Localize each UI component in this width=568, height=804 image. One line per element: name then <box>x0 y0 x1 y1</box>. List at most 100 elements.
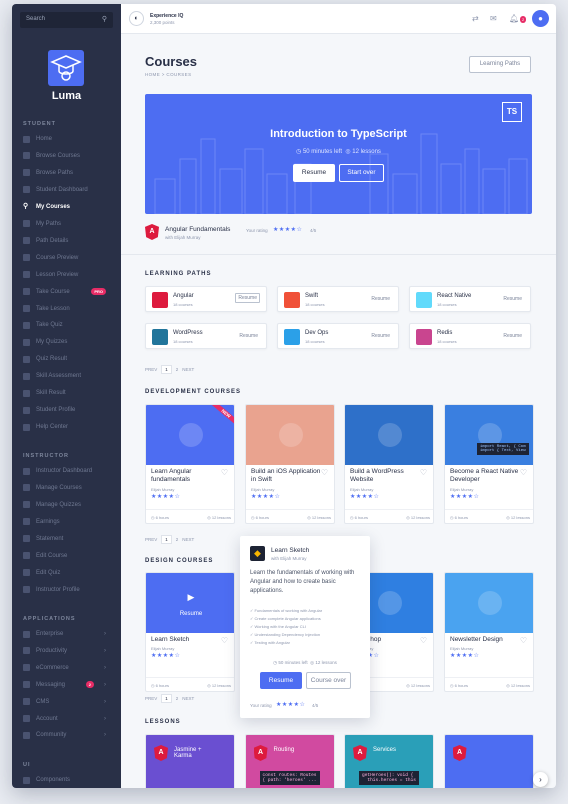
course-title[interactable]: Build a WordPress Website <box>350 468 420 484</box>
pager-page-2[interactable]: 2 <box>176 367 179 372</box>
course-title[interactable]: Become a React Native Developer <box>450 468 520 484</box>
learning-path-card[interactable]: Swift 18 courses Resume <box>277 286 399 312</box>
experience-icon[interactable]: ◐ <box>129 11 144 26</box>
popover-course-over-button[interactable]: Course over <box>306 672 351 689</box>
learning-path-card[interactable]: Angular 18 courses Resume <box>145 286 267 312</box>
lesson-card[interactable]: A Jasmine + Karma <box>145 734 235 788</box>
pager-next[interactable]: NEXT <box>182 367 194 372</box>
sidebar-item-statement[interactable]: Statement <box>23 533 118 545</box>
sidebar-item-my-courses[interactable]: ⚲ My Courses <box>23 201 118 213</box>
course-image[interactable] <box>445 573 533 633</box>
sidebar-item-browse-paths[interactable]: Browse Paths <box>23 167 118 179</box>
pager-prev[interactable]: PREV <box>145 367 157 372</box>
path-resume-button[interactable]: Resume <box>369 332 392 340</box>
lesson-card[interactable]: A <box>443 734 534 788</box>
sidebar-item-instructor-dashboard[interactable]: Instructor Dashboard <box>23 465 118 477</box>
popover-resume-button[interactable]: Resume <box>260 672 302 689</box>
mail-icon[interactable]: ✉ <box>490 14 497 23</box>
heart-icon[interactable]: ♡ <box>520 636 527 645</box>
sidebar-item-ecommerce[interactable]: eCommerce › <box>23 662 118 674</box>
sidebar-item-browse-courses[interactable]: Browse Courses <box>23 150 118 162</box>
learning-path-card[interactable]: Redis 18 courses Resume <box>409 323 531 349</box>
sidebar-item-take-course[interactable]: Take Course PRO <box>23 286 118 298</box>
course-card[interactable]: Build a WordPress Website ♡ Elijah Murray ★… <box>344 404 434 524</box>
sidebar-item-cms[interactable]: CMS › <box>23 696 118 708</box>
pager-page-2[interactable]: 2 <box>176 696 179 701</box>
sidebar-item-skill-result[interactable]: Skill Result <box>23 387 118 399</box>
learning-paths-button[interactable]: Learning Paths <box>469 56 531 73</box>
course-image[interactable] <box>246 405 334 465</box>
course-card[interactable]: Build an iOS Application in Swift ♡ Elijah… <box>245 404 335 524</box>
heart-icon[interactable]: ♡ <box>321 468 328 477</box>
pager-prev[interactable]: PREV <box>145 696 157 701</box>
learning-path-card[interactable]: WordPress 18 courses Resume <box>145 323 267 349</box>
course-title[interactable]: Learn Angular fundamentals <box>151 468 221 484</box>
pager-next[interactable]: NEXT <box>182 537 194 542</box>
pager-page-2[interactable]: 2 <box>176 537 179 542</box>
start-over-button[interactable]: Start over <box>339 164 384 182</box>
sidebar-item-my-quizzes[interactable]: My Quizzes <box>23 336 118 348</box>
sidebar-item-manage-quizzes[interactable]: Manage Quizzes <box>23 499 118 511</box>
course-image[interactable]: NEW <box>146 405 234 465</box>
course-image[interactable]: import React, { Com import { Text, View <box>445 405 533 465</box>
lesson-card[interactable]: A Services getHeroes(): void { this.heroes… <box>344 734 434 788</box>
pager-prev[interactable]: PREV <box>145 537 157 542</box>
course-card[interactable]: import React, { Com import { Text, View B… <box>444 404 534 524</box>
course-title[interactable]: Build an iOS Application in Swift <box>251 468 321 484</box>
path-resume-button[interactable]: Resume <box>501 295 524 303</box>
sidebar-item-components[interactable]: Components <box>23 774 118 786</box>
heart-icon[interactable]: ♡ <box>520 468 527 477</box>
pager-page-1[interactable]: 1 <box>161 694 172 703</box>
heart-icon[interactable]: ♡ <box>420 468 427 477</box>
scroll-next-button[interactable]: › <box>533 772 548 787</box>
course-image[interactable] <box>345 405 433 465</box>
search-icon[interactable]: ⚲ <box>102 15 107 23</box>
course-title[interactable]: Learn Sketch <box>151 636 221 644</box>
sidebar-item-course-preview[interactable]: Course Preview <box>23 252 118 264</box>
course-card[interactable]: NEW Learn Angular fundamentals ♡ Elijah Mur… <box>145 404 235 524</box>
popover-rating-stars[interactable]: ★★★★☆ <box>276 701 305 708</box>
sidebar-item-student-dashboard[interactable]: Student Dashboard <box>23 184 118 196</box>
learning-path-card[interactable]: React Native 18 courses Resume <box>409 286 531 312</box>
sidebar-item-productivity[interactable]: Productivity › <box>23 645 118 657</box>
course-image[interactable]: ▶ Resume <box>146 573 234 633</box>
course-card[interactable]: ▶ Resume Learn Sketch ♡ Elijah Murray ★★★★☆ ◷ … <box>145 572 235 692</box>
path-resume-button[interactable]: Resume <box>369 295 392 303</box>
pager-next[interactable]: NEXT <box>182 696 194 701</box>
course-title[interactable]: Newsletter Design <box>450 636 520 644</box>
sidebar-item-account[interactable]: Account › <box>23 713 118 725</box>
sidebar-item-path-details[interactable]: Path Details <box>23 235 118 247</box>
heart-icon[interactable]: ♡ <box>221 636 228 645</box>
sidebar-item-skill-assessment[interactable]: Skill Assessment <box>23 370 118 382</box>
sidebar-item-quiz-result[interactable]: Quiz Result <box>23 353 118 365</box>
sidebar-item-edit-course[interactable]: Edit Course <box>23 550 118 562</box>
sidebar-item-enterprise[interactable]: Enterprise › <box>23 628 118 640</box>
bell-icon[interactable]: 🔔︎ <box>509 14 519 23</box>
pager-page-1[interactable]: 1 <box>161 535 172 544</box>
luma-logo[interactable] <box>48 50 84 86</box>
sidebar-item-instructor-profile[interactable]: Instructor Profile <box>23 584 118 596</box>
lesson-card[interactable]: A Routing const routes: Routes { path: 'he… <box>244 734 335 788</box>
heart-icon[interactable]: ♡ <box>420 636 427 645</box>
sidebar-item-lesson-preview[interactable]: Lesson Preview <box>23 269 118 281</box>
sidebar-item-take-quiz[interactable]: Take Quiz <box>23 319 118 331</box>
learning-path-card[interactable]: Dev Ops 18 courses Resume <box>277 323 399 349</box>
sidebar-item-manage-courses[interactable]: Manage Courses <box>23 482 118 494</box>
sidebar-item-messaging[interactable]: Messaging 2 › <box>23 679 118 691</box>
course-card[interactable]: Newsletter Design ♡ Elijah Murray ★★★★☆ ◷ 6 … <box>444 572 534 692</box>
rating-stars[interactable]: ★★★★☆ <box>273 226 302 233</box>
heart-icon[interactable]: ♡ <box>221 468 228 477</box>
pager-page-1[interactable]: 1 <box>161 365 172 374</box>
current-course-title[interactable]: Angular Fundamentals <box>165 226 230 233</box>
sidebar-item-earnings[interactable]: Earnings <box>23 516 118 528</box>
resume-button[interactable]: Resume <box>293 164 335 182</box>
path-resume-button[interactable]: Resume <box>237 332 260 340</box>
sidebar-item-student-profile[interactable]: Student Profile <box>23 404 118 416</box>
sidebar-item-edit-quiz[interactable]: Edit Quiz <box>23 567 118 579</box>
shuffle-icon[interactable]: ⇄ <box>472 14 479 23</box>
path-resume-button[interactable]: Resume <box>235 293 260 303</box>
sidebar-item-home[interactable]: Home <box>23 133 118 145</box>
sidebar-item-take-lesson[interactable]: Take Lesson <box>23 303 118 315</box>
user-avatar[interactable]: ● <box>532 10 549 27</box>
sidebar-item-help-center[interactable]: Help Center <box>23 421 118 433</box>
